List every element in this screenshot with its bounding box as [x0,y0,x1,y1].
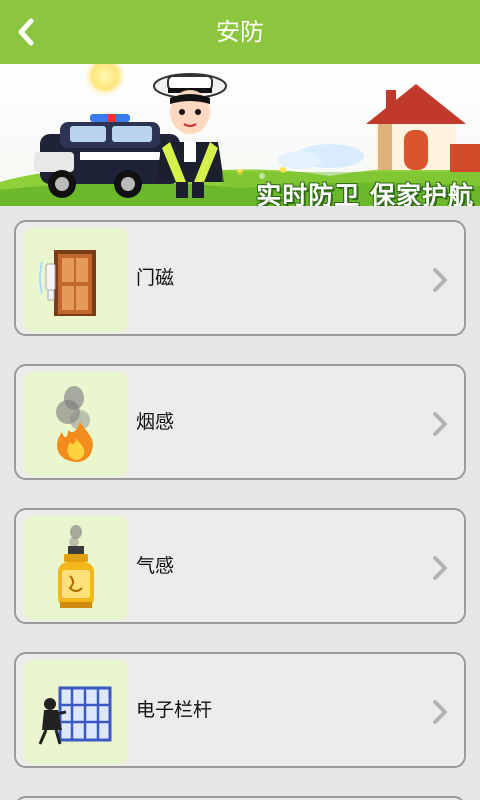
list-item[interactable] [14,796,466,800]
door-sensor-icon [24,228,128,332]
chevron-right-icon [433,268,447,292]
chevron-right-icon [433,412,447,436]
banner-slogan: 实时防卫 保家护航 [256,181,474,206]
page-title: 安防 [216,18,264,46]
list-item-label: 烟感 [136,411,175,433]
list-item-label: 电子栏杆 [136,699,213,721]
list-item-smoke-sensor[interactable]: 烟感 [14,364,466,480]
chevron-right-icon [433,700,447,724]
chevron-right-icon [433,556,447,580]
list-item-gas-sensor[interactable]: 气感 [14,508,466,624]
list-item-electronic-fence[interactable]: 电子栏杆 [14,652,466,768]
banner-image: 实时防卫 保家护航 [0,64,480,206]
smoke-fire-icon [24,372,128,476]
electronic-fence-icon [24,660,128,764]
list-item-label: 气感 [136,555,175,577]
list-item-label: 门磁 [136,267,175,289]
gas-cylinder-icon [24,516,128,620]
list-item-door-sensor[interactable]: 门磁 [14,220,466,336]
top-bar: 安防 [0,0,480,64]
